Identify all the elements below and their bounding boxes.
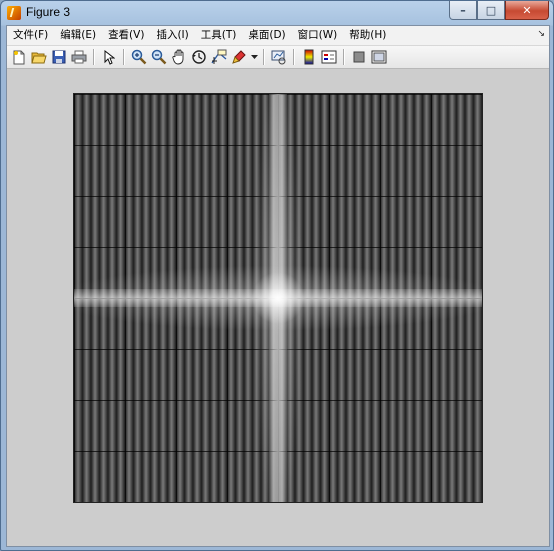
figure-canvas[interactable] [7,70,549,546]
colorbar-icon[interactable] [300,48,318,66]
image-axes[interactable] [73,93,483,503]
show-plot-tools-icon[interactable] [370,48,388,66]
figure-window: Figure 3 – □ ✕ 文件(F) 编辑(E) 查看(V) 插入(I) 工… [0,0,554,551]
brush-icon[interactable] [230,48,248,66]
maximize-button[interactable]: □ [477,1,505,20]
menu-file[interactable]: 文件(F) [7,27,54,44]
menu-tools[interactable]: 工具(T) [195,27,243,44]
image-highlight [74,94,482,502]
link-plot-icon[interactable] [270,48,288,66]
rotate-3d-icon[interactable] [190,48,208,66]
title-bar[interactable]: Figure 3 – □ ✕ [1,1,553,25]
brush-dropdown-icon[interactable] [250,48,258,66]
legend-icon[interactable] [320,48,338,66]
toolbar-separator [123,49,125,65]
menu-view[interactable]: 查看(V) [102,27,150,44]
menu-insert[interactable]: 插入(I) [150,27,194,44]
menu-window[interactable]: 窗口(W) [292,27,344,44]
toolbar-separator [93,49,95,65]
save-icon[interactable] [50,48,68,66]
menu-desktop[interactable]: 桌面(D) [242,27,291,44]
menu-help[interactable]: 帮助(H) [343,27,392,44]
hide-plot-tools-icon[interactable] [350,48,368,66]
menu-bar: 文件(F) 编辑(E) 查看(V) 插入(I) 工具(T) 桌面(D) 窗口(W… [7,26,549,46]
menu-edit[interactable]: 编辑(E) [54,27,102,44]
toolbar-separator [343,49,345,65]
figure-toolbar [7,46,549,69]
toolbar-separator [263,49,265,65]
toolbar-separator [293,49,295,65]
data-cursor-icon[interactable] [210,48,228,66]
edit-plot-arrow-icon[interactable] [100,48,118,66]
zoom-out-icon[interactable] [150,48,168,66]
print-icon[interactable] [70,48,88,66]
close-button[interactable]: ✕ [505,1,549,20]
matlab-logo-icon [7,6,21,20]
window-title: Figure 3 [26,5,71,19]
minimize-button[interactable]: – [449,1,477,20]
figure-client-area: 文件(F) 编辑(E) 查看(V) 插入(I) 工具(T) 桌面(D) 窗口(W… [6,25,550,547]
zoom-in-icon[interactable] [130,48,148,66]
window-controls: – □ ✕ [449,1,549,20]
pan-hand-icon[interactable] [170,48,188,66]
open-file-icon[interactable] [30,48,48,66]
menu-dock-arrow-icon[interactable]: ↘ [537,29,545,39]
new-figure-icon[interactable] [10,48,28,66]
